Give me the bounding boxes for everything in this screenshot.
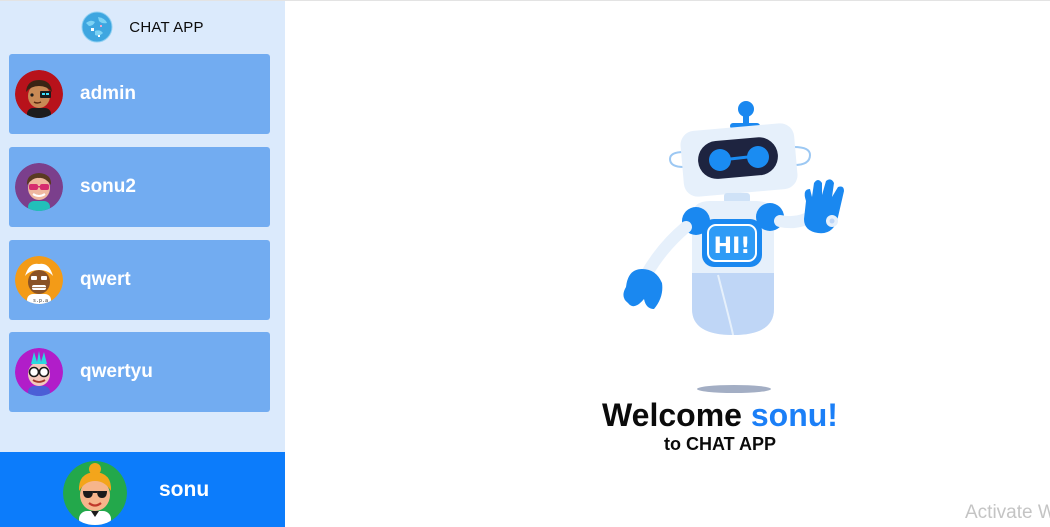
- avatar-admin-icon: [15, 70, 63, 118]
- brand-header: CHAT APP: [0, 1, 285, 53]
- current-user-panel[interactable]: sonu: [0, 452, 285, 527]
- robot-hi-badge: HI!: [714, 234, 751, 259]
- avatar-sonu2-icon: [15, 163, 63, 211]
- svg-text:s.p.a: s.p.a: [33, 298, 48, 304]
- contact-name: qwertyu: [80, 361, 153, 382]
- robot-illustration-icon: HI!: [623, 101, 844, 393]
- avatar-qwert-icon: s.p.a: [15, 256, 63, 304]
- contact-item-sonu2[interactable]: sonu2: [9, 147, 270, 227]
- contact-name: qwert: [80, 269, 131, 290]
- globe-logo-icon: [81, 11, 113, 43]
- contact-item-qwertyu[interactable]: qwertyu: [9, 332, 270, 412]
- welcome-message: Welcome sonu! to CHAT APP: [470, 395, 970, 455]
- activation-watermark: Activate W: [965, 502, 1050, 523]
- contact-item-admin[interactable]: admin: [9, 54, 270, 134]
- welcome-username: sonu!: [750, 397, 838, 433]
- contact-item-qwert[interactable]: s.p.a qwert: [9, 240, 270, 320]
- app-title: CHAT APP: [129, 18, 204, 36]
- avatar-sonu-icon: [63, 461, 127, 525]
- welcome-heading: Welcome sonu!: [470, 395, 970, 435]
- avatar-qwertyu-icon: [15, 348, 63, 396]
- contact-name: admin: [80, 83, 136, 104]
- contact-name: sonu2: [80, 176, 136, 197]
- welcome-prefix: Welcome: [602, 397, 742, 433]
- sidebar: CHAT APP admin sonu2 s.p.a qwert qwertyu…: [0, 1, 285, 527]
- welcome-subtitle: to CHAT APP: [664, 434, 776, 454]
- chat-app-window: CHAT APP admin sonu2 s.p.a qwert qwertyu…: [0, 0, 1050, 527]
- current-user-name: sonu: [159, 478, 210, 501]
